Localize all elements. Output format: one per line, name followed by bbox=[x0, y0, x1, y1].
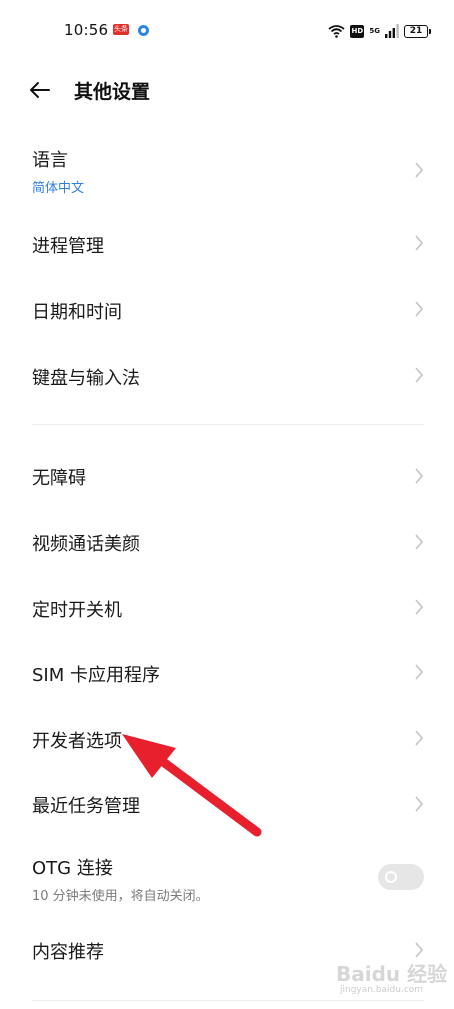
page-title: 其他设置 bbox=[74, 81, 151, 103]
settings-item-developer-options[interactable]: 开发者选项 bbox=[0, 705, 454, 771]
settings-item-label: 视频通话美颜 bbox=[32, 534, 140, 555]
settings-item-video-call-beauty[interactable]: 视频通话美颜 bbox=[0, 509, 454, 575]
chevron-right-icon bbox=[415, 468, 424, 484]
back-arrow-icon[interactable] bbox=[28, 78, 52, 102]
status-time: 10:56 bbox=[64, 21, 109, 39]
status-icons: HD 5G 21 bbox=[328, 22, 431, 40]
group-divider bbox=[32, 424, 424, 425]
page-header: 其他设置 bbox=[0, 62, 454, 118]
settings-item-keyboard-input[interactable]: 键盘与输入法 bbox=[0, 342, 454, 408]
signal-icon bbox=[385, 24, 399, 38]
settings-item-otg[interactable]: OTG 连接 10 分钟未使用，将自动关闭。 bbox=[0, 837, 454, 921]
settings-item-label: 日期和时间 bbox=[32, 302, 122, 323]
chevron-right-icon bbox=[415, 599, 424, 615]
chevron-right-icon bbox=[415, 534, 424, 550]
settings-item-recent-tasks[interactable]: 最近任务管理 bbox=[0, 771, 454, 837]
watermark-url: jingyan.baidu.com bbox=[340, 985, 424, 995]
settings-item-scheduled-power[interactable]: 定时开关机 bbox=[0, 575, 454, 640]
chevron-right-icon bbox=[415, 367, 424, 383]
settings-item-label: 最近任务管理 bbox=[32, 796, 140, 817]
settings-item-date-time[interactable]: 日期和时间 bbox=[0, 276, 454, 342]
settings-item-label: 键盘与输入法 bbox=[32, 368, 140, 389]
settings-item-process-management[interactable]: 进程管理 bbox=[0, 210, 454, 276]
settings-item-label: 语言 bbox=[32, 150, 68, 171]
chevron-right-icon bbox=[415, 301, 424, 317]
settings-item-sim-apps[interactable]: SIM 卡应用程序 bbox=[0, 640, 454, 705]
watermark-logo: Baidu 经验 bbox=[336, 962, 448, 986]
wifi-icon bbox=[328, 25, 345, 38]
settings-item-label: 进程管理 bbox=[32, 236, 104, 257]
chevron-right-icon bbox=[415, 235, 424, 251]
news-app-notification-icon: 头条 bbox=[113, 24, 129, 35]
chevron-right-icon bbox=[415, 730, 424, 746]
battery-icon: 21 bbox=[404, 24, 431, 38]
otg-toggle[interactable] bbox=[378, 864, 424, 890]
settings-item-label: 开发者选项 bbox=[32, 731, 122, 752]
settings-item-label: 内容推荐 bbox=[32, 942, 104, 963]
chevron-right-icon bbox=[415, 942, 424, 958]
network-type-icon: 5G bbox=[369, 26, 380, 35]
status-bar: 10:56 头条 HD 5G 21 bbox=[0, 0, 454, 62]
settings-item-value: 简体中文 bbox=[32, 181, 85, 196]
settings-item-label: 定时开关机 bbox=[32, 600, 122, 621]
settings-item-description: 10 分钟未使用，将自动关闭。 bbox=[32, 889, 209, 904]
settings-item-label: 无障碍 bbox=[32, 468, 86, 489]
settings-item-label: SIM 卡应用程序 bbox=[32, 665, 160, 686]
settings-item-accessibility[interactable]: 无障碍 bbox=[0, 443, 454, 509]
chevron-right-icon bbox=[415, 796, 424, 812]
chevron-right-icon bbox=[415, 664, 424, 680]
chevron-right-icon bbox=[415, 162, 424, 178]
settings-item-label: OTG 连接 bbox=[32, 858, 113, 879]
settings-item-language[interactable]: 语言 简体中文 bbox=[0, 130, 454, 210]
hd-voice-icon: HD bbox=[350, 24, 365, 38]
app-notification-icon bbox=[138, 25, 149, 36]
bottom-divider bbox=[32, 1000, 424, 1001]
